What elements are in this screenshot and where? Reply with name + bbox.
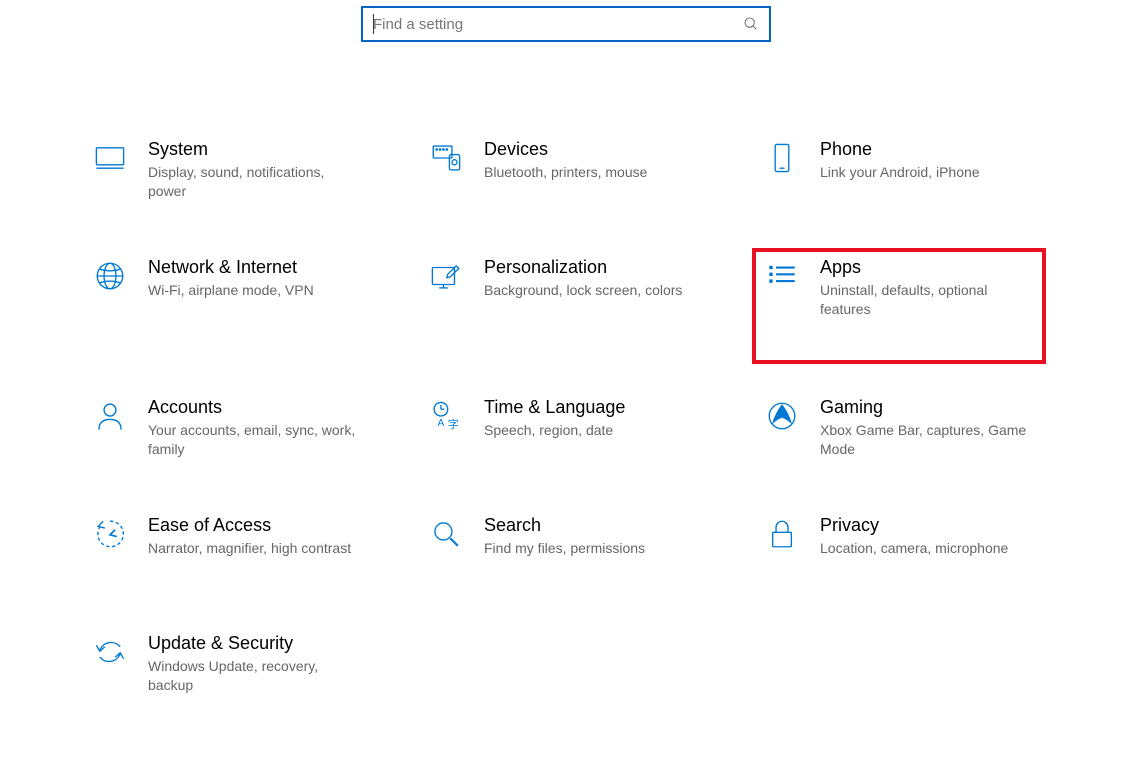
phone-icon bbox=[764, 140, 800, 176]
tile-phone[interactable]: Phone Link your Android, iPhone bbox=[754, 132, 1054, 222]
tile-personalization[interactable]: Personalization Background, lock screen,… bbox=[418, 250, 718, 362]
tile-title: Ease of Access bbox=[148, 514, 351, 537]
tile-desc: Wi-Fi, airplane mode, VPN bbox=[148, 281, 314, 300]
tile-devices[interactable]: Devices Bluetooth, printers, mouse bbox=[418, 132, 718, 222]
text-cursor bbox=[373, 14, 374, 34]
svg-text:字: 字 bbox=[448, 417, 459, 431]
privacy-icon bbox=[764, 516, 800, 552]
tile-ease-of-access[interactable]: Ease of Access Narrator, magnifier, high… bbox=[82, 508, 382, 598]
tile-title: Gaming bbox=[820, 396, 1030, 419]
tile-desc: Display, sound, notifications, power bbox=[148, 163, 358, 201]
tile-network[interactable]: Network & Internet Wi-Fi, airplane mode,… bbox=[82, 250, 382, 362]
search-box[interactable] bbox=[361, 6, 771, 42]
tile-title: Time & Language bbox=[484, 396, 625, 419]
tile-title: Personalization bbox=[484, 256, 682, 279]
tile-desc: Link your Android, iPhone bbox=[820, 163, 980, 182]
tile-desc: Speech, region, date bbox=[484, 421, 625, 440]
gaming-icon bbox=[764, 398, 800, 434]
search-category-icon bbox=[428, 516, 464, 552]
tile-desc: Narrator, magnifier, high contrast bbox=[148, 539, 351, 558]
tile-desc: Background, lock screen, colors bbox=[484, 281, 682, 300]
tile-time-language[interactable]: A 字 Time & Language Speech, region, date bbox=[418, 390, 718, 480]
globe-icon bbox=[92, 258, 128, 294]
personalization-icon bbox=[428, 258, 464, 294]
tile-desc: Your accounts, email, sync, work, family bbox=[148, 421, 358, 459]
tile-desc: Windows Update, recovery, backup bbox=[148, 657, 358, 695]
tile-title: Phone bbox=[820, 138, 980, 161]
apps-icon bbox=[764, 258, 800, 294]
search-icon bbox=[743, 16, 759, 32]
tile-update-security[interactable]: Update & Security Windows Update, recove… bbox=[82, 626, 382, 716]
ease-of-access-icon bbox=[92, 516, 128, 552]
tile-title: Privacy bbox=[820, 514, 1008, 537]
settings-grid: System Display, sound, notifications, po… bbox=[40, 72, 1132, 716]
tile-title: Devices bbox=[484, 138, 647, 161]
tile-desc: Location, camera, microphone bbox=[820, 539, 1008, 558]
tile-title: Network & Internet bbox=[148, 256, 314, 279]
tile-search[interactable]: Search Find my files, permissions bbox=[418, 508, 718, 598]
svg-text:A: A bbox=[438, 418, 445, 429]
tile-privacy[interactable]: Privacy Location, camera, microphone bbox=[754, 508, 1054, 598]
system-icon bbox=[92, 140, 128, 176]
tile-title: Accounts bbox=[148, 396, 358, 419]
accounts-icon bbox=[92, 398, 128, 434]
tile-apps[interactable]: Apps Uninstall, defaults, optional featu… bbox=[754, 250, 1044, 362]
tile-title: Apps bbox=[820, 256, 1030, 279]
tile-desc: Xbox Game Bar, captures, Game Mode bbox=[820, 421, 1030, 459]
tile-accounts[interactable]: Accounts Your accounts, email, sync, wor… bbox=[82, 390, 382, 480]
time-language-icon: A 字 bbox=[428, 398, 464, 434]
tile-desc: Uninstall, defaults, optional features bbox=[820, 281, 1030, 319]
tile-desc: Find my files, permissions bbox=[484, 539, 645, 558]
devices-icon bbox=[428, 140, 464, 176]
tile-desc: Bluetooth, printers, mouse bbox=[484, 163, 647, 182]
tile-system[interactable]: System Display, sound, notifications, po… bbox=[82, 132, 382, 222]
tile-title: System bbox=[148, 138, 358, 161]
tile-title: Search bbox=[484, 514, 645, 537]
tile-title: Update & Security bbox=[148, 632, 358, 655]
tile-gaming[interactable]: Gaming Xbox Game Bar, captures, Game Mod… bbox=[754, 390, 1054, 480]
update-icon bbox=[92, 634, 128, 670]
search-input[interactable] bbox=[373, 16, 743, 33]
